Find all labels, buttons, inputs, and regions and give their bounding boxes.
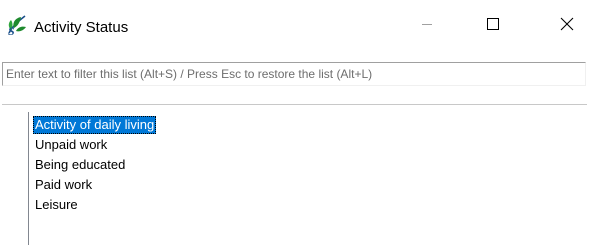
maximize-button[interactable]: [470, 12, 516, 40]
minimize-button[interactable]: [404, 12, 450, 40]
svg-text:S: S: [8, 24, 15, 37]
close-icon: [560, 17, 574, 36]
minimize-icon: [421, 17, 433, 35]
list-item[interactable]: Leisure: [33, 196, 80, 214]
list-item[interactable]: Activity of daily living: [33, 116, 157, 134]
list-item[interactable]: Paid work: [33, 176, 94, 194]
filter-field[interactable]: [2, 62, 586, 86]
title-bar[interactable]: S Activity Status: [0, 0, 589, 58]
list-item[interactable]: Being educated: [33, 156, 127, 174]
maximize-icon: [486, 17, 500, 36]
close-button[interactable]: [544, 12, 589, 40]
window-title: Activity Status: [34, 19, 129, 36]
list-item[interactable]: Unpaid work: [33, 136, 109, 154]
activity-list[interactable]: Activity of daily living Unpaid work Bei…: [28, 112, 588, 245]
app-leaf-logo-icon: S: [6, 13, 28, 38]
activity-status-window: S Activity Status Activity of daily livi…: [0, 0, 589, 245]
divider: [2, 104, 587, 105]
filter-input[interactable]: [6, 65, 582, 83]
